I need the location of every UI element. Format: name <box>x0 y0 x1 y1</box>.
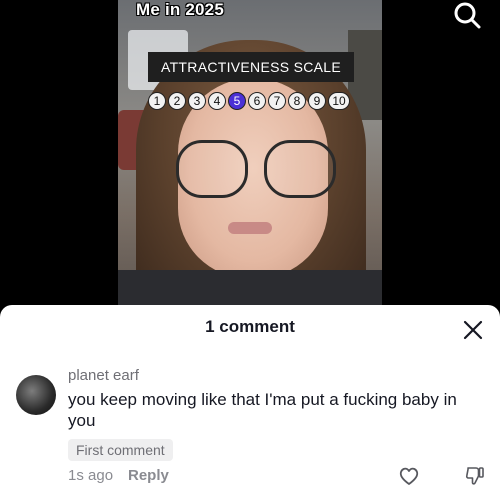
scale-dot-3: 3 <box>188 92 206 110</box>
video-overlay-title: Me in 2025 <box>136 0 224 19</box>
attractiveness-scale-label: ATTRACTIVENESS SCALE <box>148 52 354 82</box>
scale-dot-8: 8 <box>288 92 306 110</box>
scale-dot-6: 6 <box>248 92 266 110</box>
video-frame[interactable] <box>118 0 382 305</box>
close-button[interactable] <box>462 319 484 341</box>
person-shirt <box>118 270 382 305</box>
comments-count-title: 1 comment <box>205 317 295 336</box>
scale-dot-7: 7 <box>268 92 286 110</box>
reply-button[interactable]: Reply <box>128 467 169 484</box>
first-comment-badge: First comment <box>68 439 173 461</box>
heart-icon <box>399 467 419 485</box>
attractiveness-scale: 1 2 3 4 5 6 7 8 9 10 <box>148 92 352 110</box>
thumbs-down-icon <box>465 467 484 485</box>
glasses-right-lens <box>264 140 336 198</box>
dislike-button[interactable] <box>464 465 486 487</box>
scale-dot-2: 2 <box>168 92 186 110</box>
scale-dot-5-selected: 5 <box>228 92 246 110</box>
glasses-left-lens <box>176 140 248 198</box>
comment-text: you keep moving like that I'ma put a fuc… <box>68 390 457 430</box>
comment-username[interactable]: planet earf <box>68 367 139 384</box>
comments-sheet: 1 comment planet earf you keep moving li… <box>0 305 500 500</box>
search-icon <box>454 2 481 29</box>
scale-dot-10: 10 <box>328 92 350 110</box>
like-button[interactable] <box>398 465 420 487</box>
avatar[interactable] <box>16 375 56 415</box>
close-icon <box>463 320 483 340</box>
search-button[interactable] <box>452 0 482 30</box>
scale-dot-1: 1 <box>148 92 166 110</box>
scale-dot-4: 4 <box>208 92 226 110</box>
person-mouth <box>228 222 272 234</box>
video-area[interactable]: Me in 2025 ATTRACTIVENESS SCALE 1 2 3 4 … <box>0 0 500 305</box>
scale-dot-9: 9 <box>308 92 326 110</box>
comment-timestamp: 1s ago <box>68 467 114 484</box>
